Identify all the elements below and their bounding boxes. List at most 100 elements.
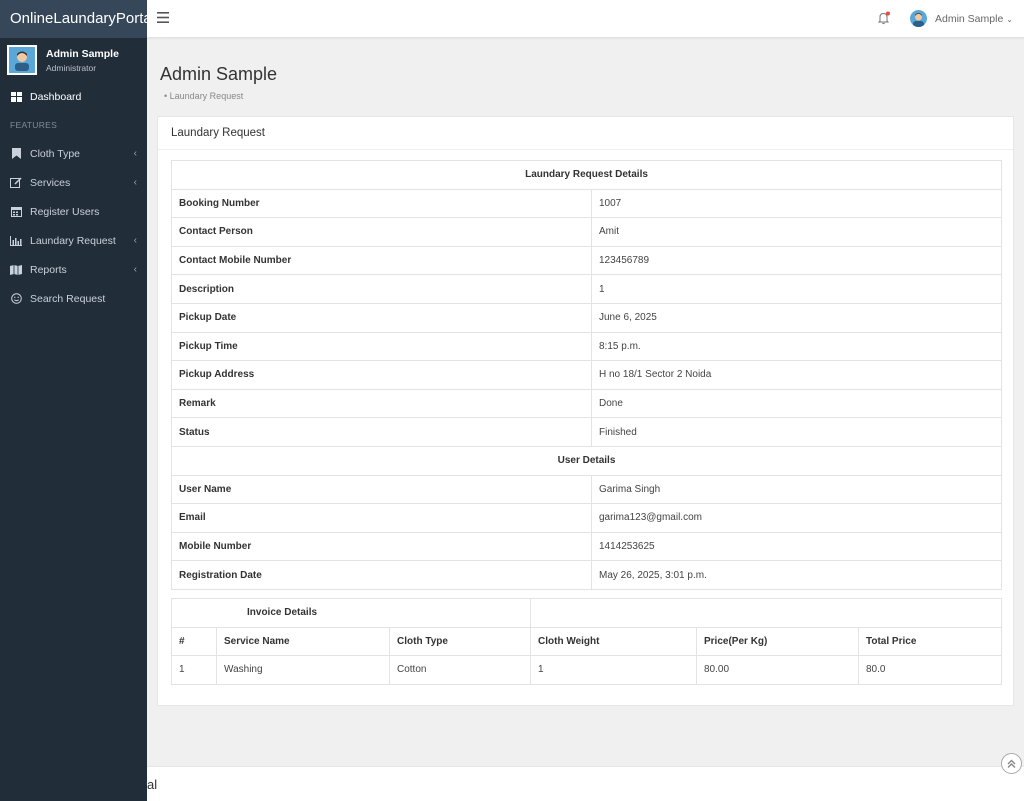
bar-chart-icon [10, 235, 22, 247]
sidebar-item-label: Laundary Request [30, 234, 116, 247]
field-value: Amit [591, 217, 1002, 247]
sidebar-user-name: Admin Sample [46, 47, 119, 60]
field-value: Done [591, 388, 1002, 419]
map-icon [10, 264, 22, 276]
table-cell: 1 [530, 655, 697, 685]
table-header-row: # Service Name Cloth Type Cloth Weight P… [171, 626, 1002, 657]
table-row: Email garima123@gmail.com [171, 503, 1002, 533]
field-value: 123456789 [591, 245, 1002, 276]
table-row: 1 Washing Cotton 1 80.00 80.0 [171, 655, 1002, 685]
table-row: Contact Person Amit [171, 217, 1002, 247]
edit-icon [10, 177, 22, 189]
table-cell: Cotton [389, 655, 531, 685]
table-row: Contact Mobile Number 123456789 [171, 245, 1002, 276]
sidebar-item-dashboard[interactable]: Dashboard [0, 82, 147, 111]
sidebar-item-label: Services [30, 176, 71, 189]
sidebar-item-label: Search Request [30, 292, 106, 305]
chevron-left-icon: ‹ [133, 148, 137, 159]
card-title: Laundary Request [158, 117, 1013, 150]
field-label: Remark [171, 388, 592, 419]
field-label: Email [171, 503, 592, 533]
breadcrumb-item[interactable]: Laundary Request [170, 91, 244, 101]
field-label: Description [171, 274, 592, 304]
column-header: # [171, 626, 217, 657]
chevron-down-icon: ⌄ [1006, 15, 1013, 24]
notification-bell-icon[interactable] [877, 11, 891, 25]
brand-logo[interactable]: OnlineLaundaryPortal [0, 0, 147, 38]
invoice-heading-spacer [530, 598, 1002, 628]
field-value: May 26, 2025, 3:01 p.m. [591, 560, 1002, 590]
column-header: Total Price [858, 626, 1002, 657]
column-header: Cloth Type [389, 626, 531, 657]
field-value: Finished [591, 417, 1002, 447]
table-row: Description 1 [171, 274, 1002, 304]
table-row: User Name Garima Singh [171, 474, 1002, 505]
field-label: Contact Mobile Number [171, 245, 592, 276]
double-chevron-up-icon [1007, 759, 1016, 768]
sidebar-item-label: Register Users [30, 205, 100, 218]
table-cell: 80.0 [858, 655, 1002, 685]
table-cell: 80.00 [696, 655, 859, 685]
calendar-icon [10, 206, 22, 218]
topbar-user-name: Admin Sample [935, 13, 1004, 25]
column-header: Service Name [216, 626, 390, 657]
table-row: Remark Done [171, 388, 1002, 419]
footer [147, 766, 1024, 801]
table-row: Status Finished [171, 417, 1002, 447]
footer-text: al [147, 777, 158, 792]
field-value: Garima Singh [591, 474, 1002, 505]
breadcrumb: • Laundary Request [164, 91, 244, 101]
section-heading: User Details [171, 445, 1002, 476]
sidebar-item-cloth-type[interactable]: Cloth Type ‹ [0, 139, 147, 168]
field-label: Pickup Date [171, 302, 592, 333]
table-row: Mobile Number 1414253625 [171, 531, 1002, 562]
table-row: Pickup Time 8:15 p.m. [171, 331, 1002, 362]
chevron-left-icon: ‹ [133, 177, 137, 188]
field-value: June 6, 2025 [591, 302, 1002, 333]
table-row: Registration Date May 26, 2025, 3:01 p.m. [171, 560, 1002, 590]
field-label: Mobile Number [171, 531, 592, 562]
sidebar-item-search-request[interactable]: Search Request [0, 284, 147, 313]
smiley-icon [10, 293, 22, 305]
avatar [7, 45, 37, 75]
scroll-to-top-button[interactable] [1001, 753, 1022, 774]
field-label: User Name [171, 474, 592, 505]
topbar-avatar[interactable] [910, 10, 927, 27]
sidebar-item-laundary-request[interactable]: Laundary Request ‹ [0, 226, 147, 255]
invoice-table: Invoice Details # Service Name Cloth Typ… [171, 598, 1002, 685]
laundary-request-card: Laundary Request Laundary Request Detail… [157, 116, 1014, 706]
field-label: Booking Number [171, 188, 592, 219]
field-label: Pickup Time [171, 331, 592, 362]
bookmark-icon [10, 148, 22, 160]
column-header: Price(Per Kg) [696, 626, 859, 657]
section-heading: Laundary Request Details [171, 160, 1002, 190]
topbar-user-menu[interactable]: Admin Sample ⌄ [935, 13, 1013, 25]
sidebar-user-role: Administrator [46, 62, 97, 73]
invoice-heading: Invoice Details [171, 598, 531, 628]
table-row: Pickup Date June 6, 2025 [171, 302, 1002, 333]
field-label: Contact Person [171, 217, 592, 247]
field-label: Status [171, 417, 592, 447]
nav-section-header: FEATURES [10, 120, 58, 130]
sidebar-item-label: Cloth Type [30, 147, 81, 160]
sidebar-item-register-users[interactable]: Register Users [0, 197, 147, 226]
table-cell: 1 [171, 655, 217, 685]
field-value: H no 18/1 Sector 2 Noida [591, 360, 1002, 390]
sidebar-item-reports[interactable]: Reports ‹ [0, 255, 147, 284]
topbar: Admin Sample ⌄ [147, 0, 1024, 38]
sidebar: OnlineLaundaryPortal Admin Sample Admini… [0, 0, 147, 801]
chevron-left-icon: ‹ [133, 235, 137, 246]
sidebar-item-services[interactable]: Services ‹ [0, 168, 147, 197]
field-value: 1414253625 [591, 531, 1002, 562]
field-value: garima123@gmail.com [591, 503, 1002, 533]
page-title: Admin Sample [160, 64, 278, 84]
field-value: 1007 [591, 188, 1002, 219]
table-row: Booking Number 1007 [171, 188, 1002, 219]
sidebar-item-label: Dashboard [30, 90, 82, 103]
column-header: Cloth Weight [530, 626, 697, 657]
field-label: Pickup Address [171, 360, 592, 390]
field-label: Registration Date [171, 560, 592, 590]
menu-toggle-icon[interactable] [157, 12, 169, 23]
chevron-left-icon: ‹ [133, 264, 137, 275]
request-details-table: Laundary Request Details Booking Number 1… [171, 160, 1002, 590]
